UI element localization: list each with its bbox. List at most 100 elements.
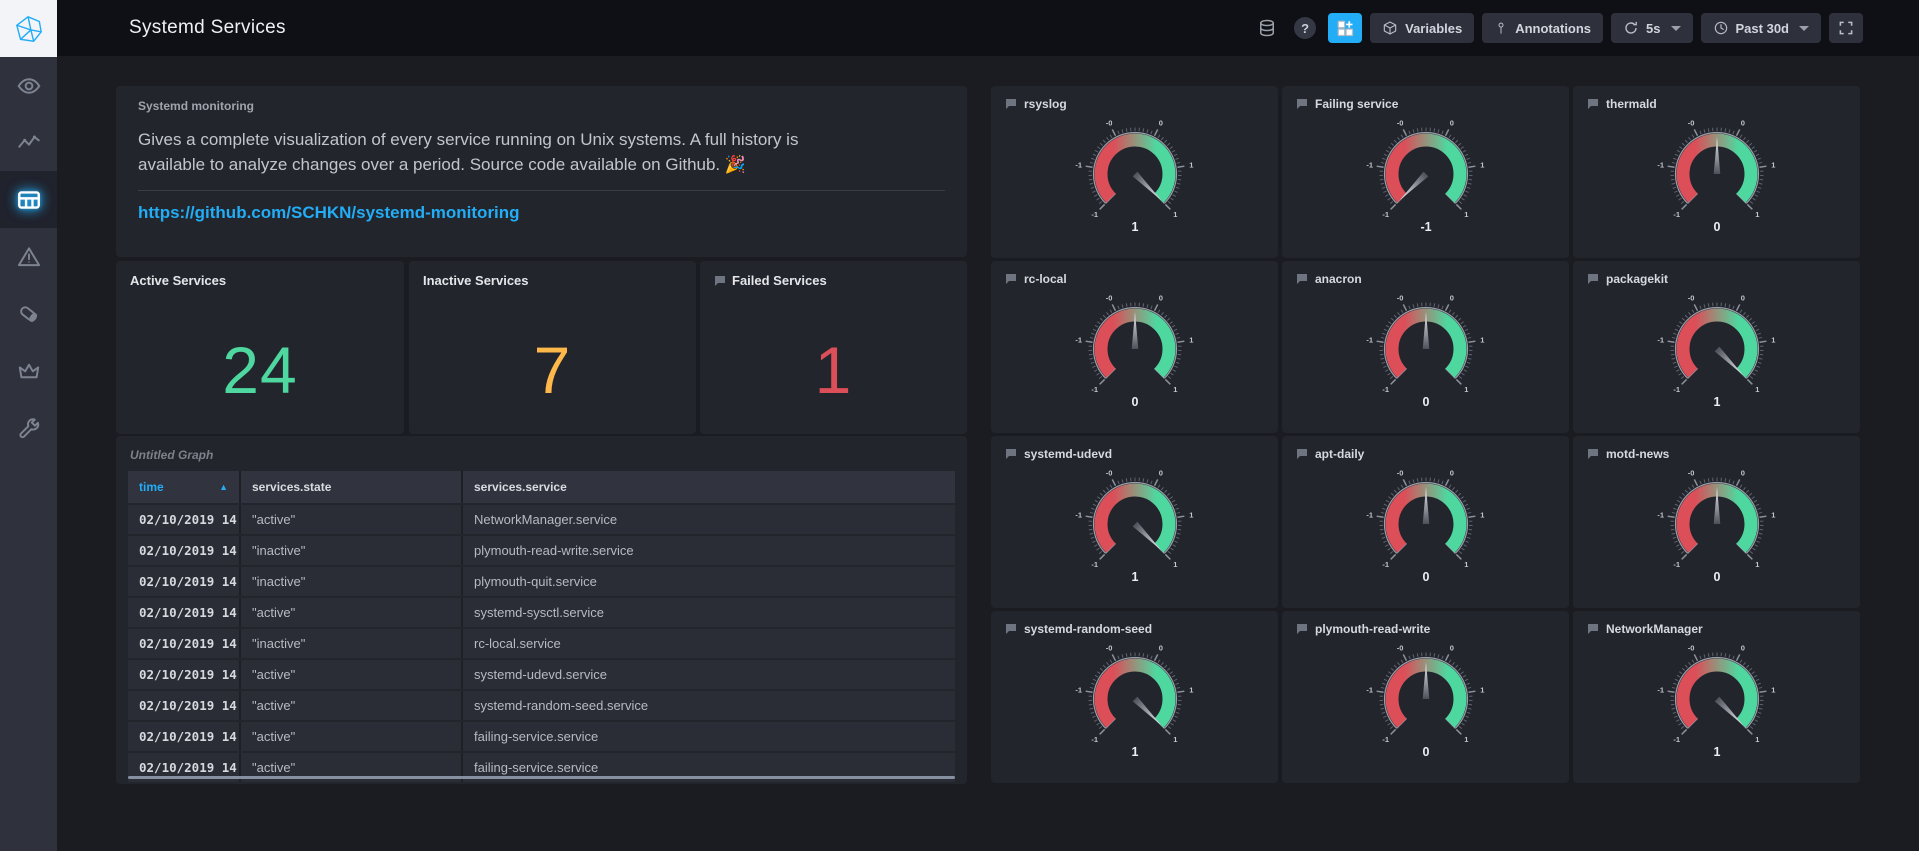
gauge-panel-apt-daily: apt-daily -1 -1 -0 0 1 1 0 [1282,436,1569,608]
pin-icon [1498,22,1504,34]
stat-title: Active Services [130,273,227,288]
svg-text:1: 1 [1131,570,1138,584]
divider [138,190,945,192]
note-bubble-icon [1588,274,1598,284]
chronograf-logo[interactable] [0,0,57,57]
gauge-chart: -1 -1 -0 0 1 1 0 [1366,294,1484,409]
gauge-panel-rsyslog: rsyslog -1 -1 -0 0 1 1 1 [991,86,1278,258]
data-sources-button[interactable] [1252,13,1282,43]
add-cell-button[interactable] [1328,13,1363,43]
presentation-mode-button[interactable] [1829,13,1863,43]
variables-button[interactable]: Variables [1370,13,1475,43]
graph-line-icon [17,135,40,148]
question-mark-icon: ? [1294,17,1317,39]
gauge-panel-systemd-udevd: systemd-udevd -1 -1 -0 0 1 1 1 [991,436,1278,608]
sidebar-item-status[interactable] [0,57,57,114]
svg-text:1: 1 [1713,395,1720,409]
svg-text:1: 1 [1771,686,1775,695]
cell-state: "inactive" [241,567,463,596]
svg-text:0: 0 [1740,119,1744,128]
note-bubble-icon [1297,274,1307,284]
gauge-panel-plymouth-read-write: plymouth-read-write -1 -1 -0 0 1 1 0 [1282,611,1569,783]
github-link[interactable]: https://github.com/SCHKN/systemd-monitor… [138,203,520,223]
svg-text:0: 0 [1449,644,1453,653]
gauge-chart: -1 -1 -0 0 1 1 0 [1366,469,1484,584]
cell-time: 02/10/2019 14:44:… [128,660,241,689]
svg-text:-0: -0 [1687,469,1694,478]
gauge-panel-failing-service: Failing service -1 -1 -0 0 1 1 -1 [1282,86,1569,258]
svg-text:-1: -1 [1657,161,1664,170]
chevron-down-icon [1799,25,1809,31]
note-bubble-icon [1006,99,1016,109]
svg-text:1: 1 [1173,210,1177,219]
column-header-services-state[interactable]: services.state [241,471,463,503]
sidebar-item-admin[interactable] [0,342,57,399]
table-body: 02/10/2019 14:44:…"active"NetworkManager… [128,505,955,782]
svg-text:1: 1 [1771,161,1775,170]
column-header-services-service[interactable]: services.service [463,471,955,503]
svg-text:-1: -1 [1382,735,1389,744]
table-scrollbar[interactable] [128,776,955,779]
time-range-dropdown[interactable]: Past 30d [1700,13,1821,43]
cell-state: "active" [241,691,463,720]
column-header-time[interactable]: time ▲ [128,471,241,503]
variables-label: Variables [1405,20,1463,36]
cell-service: NetworkManager.service [463,505,955,534]
svg-text:1: 1 [1771,336,1775,345]
note-bubble-icon [1297,99,1307,109]
svg-text:1: 1 [1755,735,1759,744]
sidebar-item-alerting[interactable] [0,228,57,285]
note-panel: Systemd monitoring Gives a complete visu… [116,86,967,257]
svg-text:1: 1 [1480,336,1484,345]
note-bubble-icon [1588,99,1598,109]
refresh-icon [1625,21,1637,34]
svg-text:1: 1 [1480,511,1484,520]
svg-text:-1: -1 [1075,686,1082,695]
note-bubble-icon [1588,624,1598,634]
gauge-chart: -1 -1 -0 0 1 1 0 [1657,469,1775,584]
svg-text:-1: -1 [1673,735,1680,744]
help-button[interactable]: ? [1290,13,1320,43]
refresh-interval-dropdown[interactable]: 5s [1611,13,1693,43]
note-panel-body: Gives a complete visualization of every … [138,130,799,174]
svg-text:1: 1 [1173,735,1177,744]
sidebar-item-dashboards[interactable] [0,171,57,228]
svg-text:-1: -1 [1075,161,1082,170]
cell-state: "inactive" [241,629,463,658]
cell-service: systemd-udevd.service [463,660,955,689]
svg-text:-0: -0 [1687,644,1694,653]
sidebar-item-log-viewer[interactable] [0,285,57,342]
stat-value: 1 [814,332,853,407]
note-bubble-icon [1006,624,1016,634]
logo-icon [15,15,42,42]
svg-text:-0: -0 [1396,644,1403,653]
note-panel-title: Systemd monitoring [138,99,255,113]
svg-text:1: 1 [1189,336,1193,345]
svg-text:-0: -0 [1396,469,1403,478]
svg-text:-1: -1 [1091,210,1098,219]
header-bar: Systemd Services ? Variables Annotations… [57,0,1919,56]
svg-text:1: 1 [1464,560,1468,569]
cell-time: 02/10/2019 14:44:… [128,629,241,658]
svg-text:-0: -0 [1105,469,1112,478]
table-row: 02/10/2019 14:44:…"active"NetworkManager… [128,505,955,534]
cell-state: "active" [241,660,463,689]
sidebar-item-data-explorer[interactable] [0,114,57,171]
annotations-button[interactable]: Annotations [1482,13,1604,43]
svg-text:-1: -1 [1366,511,1373,520]
svg-text:-1: -1 [1366,686,1373,695]
svg-text:0: 0 [1713,220,1720,234]
gauge-chart: -1 -1 -0 0 1 1 1 [1657,294,1775,409]
gauge-chart: -1 -1 -0 0 1 1 1 [1075,119,1193,234]
svg-text:0: 0 [1158,294,1162,303]
page-title: Systemd Services [129,17,286,38]
gauge-panel-thermald: thermald -1 -1 -0 0 1 1 0 [1573,86,1860,258]
svg-text:-1: -1 [1382,560,1389,569]
svg-text:-1: -1 [1382,385,1389,394]
wrench-icon [18,417,39,438]
gauge-chart: -1 -1 -0 0 1 1 1 [1657,644,1775,759]
cell-time: 02/10/2019 14:44:… [128,598,241,627]
gauge-chart: -1 -1 -0 0 1 1 0 [1657,119,1775,234]
sidebar-item-configuration[interactable] [0,399,57,456]
alert-triangle-icon [17,246,40,266]
